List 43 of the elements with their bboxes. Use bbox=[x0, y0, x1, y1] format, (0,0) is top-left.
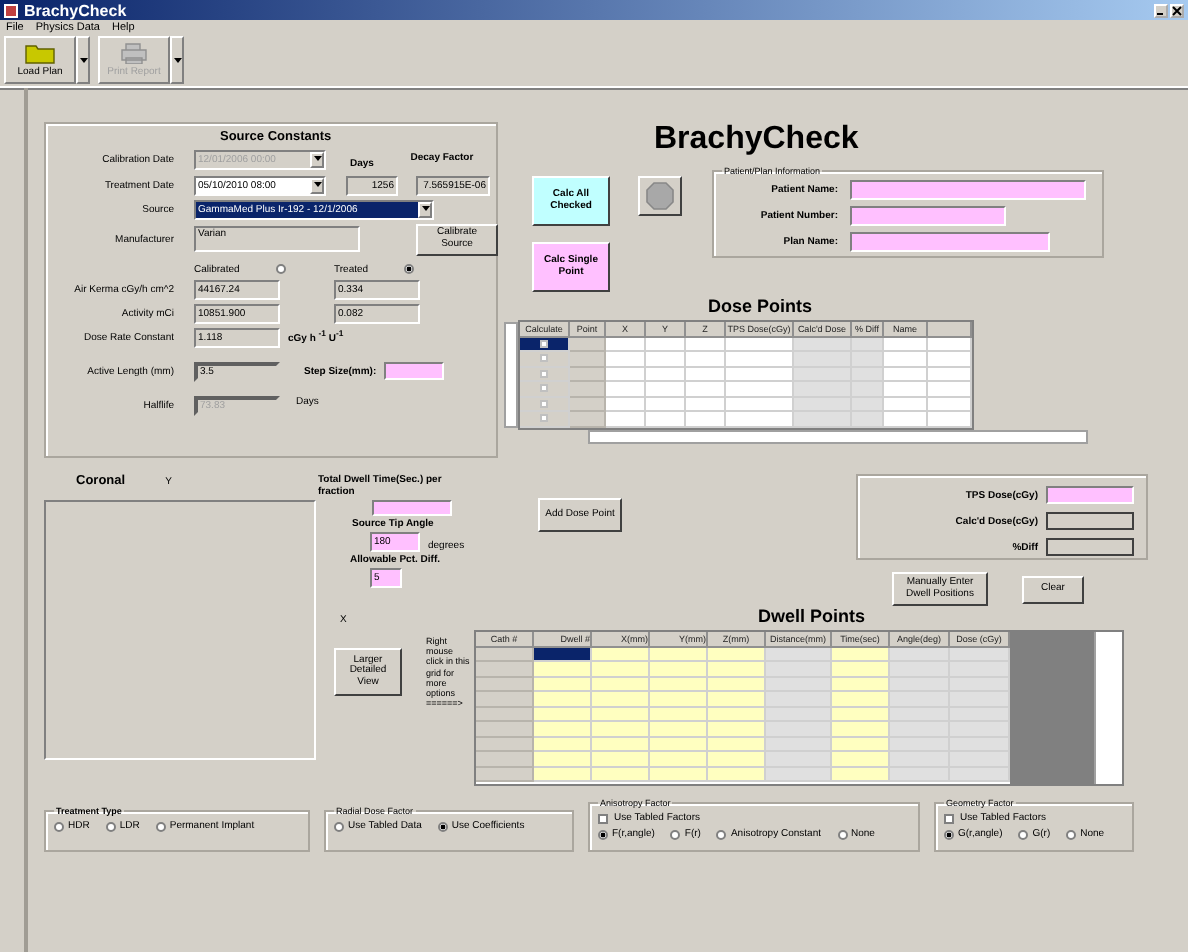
checkbox[interactable] bbox=[944, 813, 954, 823]
printer-icon bbox=[118, 42, 150, 64]
text-field[interactable] bbox=[850, 180, 1086, 200]
caret-icon bbox=[421, 206, 429, 212]
radio-button[interactable] bbox=[54, 821, 64, 831]
radio-button[interactable] bbox=[275, 264, 286, 274]
radio-button[interactable] bbox=[1018, 829, 1029, 839]
step-size-field[interactable] bbox=[384, 362, 445, 380]
app-title: BrachyCheck bbox=[654, 122, 861, 160]
result-field[interactable] bbox=[1046, 486, 1134, 504]
grid-title: Dose Points bbox=[708, 296, 815, 320]
close-icon bbox=[1172, 5, 1182, 15]
radio-button[interactable] bbox=[944, 829, 954, 839]
caret-icon bbox=[173, 57, 181, 63]
total-time-field[interactable] bbox=[372, 500, 452, 516]
radio-button[interactable] bbox=[670, 829, 681, 839]
dropdown-button[interactable] bbox=[76, 36, 90, 84]
radio-button[interactable] bbox=[437, 821, 448, 831]
grid-title: Dwell Points bbox=[758, 606, 868, 630]
radio-button[interactable] bbox=[837, 829, 847, 839]
minimize-button[interactable] bbox=[1154, 3, 1168, 17]
radio-button[interactable] bbox=[155, 821, 166, 831]
radio-button[interactable] bbox=[1066, 829, 1077, 839]
stop-button[interactable] bbox=[638, 176, 682, 216]
stop-sign-icon bbox=[646, 182, 674, 210]
window-title: BrachyCheck bbox=[24, 1, 127, 19]
app-icon bbox=[4, 3, 18, 17]
radio-button[interactable] bbox=[404, 264, 415, 274]
caret-icon bbox=[313, 182, 321, 188]
checkbox[interactable] bbox=[598, 813, 608, 823]
close-button[interactable] bbox=[1170, 3, 1184, 17]
scrollbar[interactable] bbox=[504, 322, 518, 428]
radio-button[interactable] bbox=[105, 821, 116, 831]
checkbox[interactable] bbox=[540, 339, 548, 348]
caret-icon bbox=[79, 57, 87, 63]
text-field[interactable] bbox=[850, 232, 1050, 252]
radio-button[interactable] bbox=[334, 821, 344, 831]
folder-icon bbox=[24, 42, 56, 64]
radio-button[interactable] bbox=[716, 829, 727, 839]
dropdown-button[interactable] bbox=[170, 36, 184, 84]
text-field[interactable] bbox=[850, 206, 1006, 226]
radio-button[interactable] bbox=[598, 829, 608, 839]
caret-icon bbox=[313, 156, 321, 163]
